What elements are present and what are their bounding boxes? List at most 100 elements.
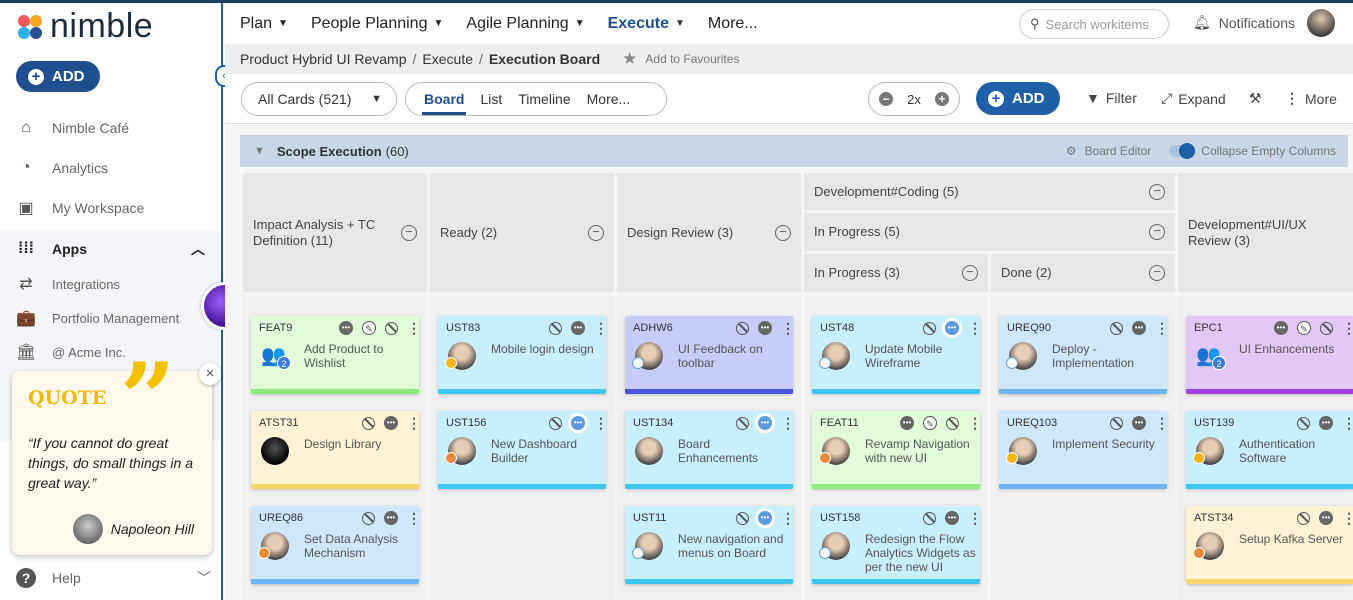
card-id[interactable]: FEAT9 bbox=[259, 322, 292, 334]
kebab-icon[interactable]: ⋮ bbox=[1342, 416, 1353, 430]
column-header-ready[interactable]: Ready (2) − bbox=[430, 173, 614, 292]
work-item-card[interactable]: UST139 ••• ⋮ Authentication Software bbox=[1186, 411, 1353, 489]
expand-button[interactable]: ⤢ Expand bbox=[1161, 90, 1226, 107]
block-icon[interactable] bbox=[362, 511, 375, 525]
sidebar-item-integrations[interactable]: ⇄ Integrations bbox=[0, 266, 221, 302]
settings-tool-button[interactable]: ⚒ bbox=[1249, 90, 1262, 107]
comment-icon[interactable]: ••• bbox=[1132, 321, 1146, 335]
card-id[interactable]: EPC1 bbox=[1194, 322, 1223, 334]
nav-agile-planning[interactable]: Agile Planning ▼ bbox=[466, 15, 584, 33]
block-icon[interactable] bbox=[1110, 416, 1123, 430]
breadcrumb-execute[interactable]: Execute bbox=[422, 51, 473, 67]
work-item-card[interactable]: UREQ86 ••• ⋮ Set Data Analysis Mechanism bbox=[251, 506, 419, 584]
work-item-card[interactable]: UST156 ••• ⋮ New Dashboard Builder bbox=[438, 411, 606, 489]
column-header-development-coding[interactable]: Development#Coding (5) − bbox=[804, 173, 1175, 210]
work-item-card[interactable]: UST83 ••• ⋮ Mobile login design bbox=[438, 316, 606, 394]
card-id[interactable]: ADHW6 bbox=[633, 322, 673, 334]
tab-list[interactable]: List bbox=[478, 83, 504, 115]
kebab-icon[interactable]: ⋮ bbox=[407, 321, 419, 335]
breadcrumb-project[interactable]: Product Hybrid UI Revamp bbox=[240, 51, 407, 67]
card-id[interactable]: UST134 bbox=[633, 417, 673, 429]
zoom-in-button[interactable]: + bbox=[934, 92, 949, 106]
column-header-ui-ux-review[interactable]: Development#UI/UX Review (3) bbox=[1178, 173, 1353, 292]
nav-more[interactable]: More... bbox=[708, 15, 758, 33]
kebab-icon[interactable]: ⋮ bbox=[781, 511, 793, 525]
work-item-card[interactable]: FEAT9 ••• ✎ ⋮ 👥 2 Add Product to Wishlist bbox=[251, 316, 419, 394]
collapse-column-icon[interactable]: − bbox=[401, 224, 417, 241]
quote-close-button[interactable]: × bbox=[199, 363, 221, 385]
sidebar-item-apps[interactable]: ⁞⁞⁞ Apps ︿ bbox=[0, 231, 221, 267]
kebab-icon[interactable]: ⋮ bbox=[968, 511, 980, 525]
collapse-column-icon[interactable]: − bbox=[962, 265, 978, 281]
filter-button[interactable]: ▼ Filter bbox=[1086, 90, 1137, 106]
kebab-icon[interactable]: ⋮ bbox=[407, 416, 419, 430]
tab-timeline[interactable]: Timeline bbox=[516, 83, 572, 115]
sidebar-item-help[interactable]: ? Help ﹀ bbox=[16, 568, 211, 588]
card-id[interactable]: UST156 bbox=[446, 417, 486, 429]
kebab-icon[interactable]: ⋮ bbox=[968, 321, 980, 335]
sidebar-item-nimble-cafe[interactable]: ⌂ Nimble Café bbox=[0, 110, 221, 146]
kebab-icon[interactable]: ⋮ bbox=[968, 416, 980, 430]
kebab-icon[interactable]: ⋮ bbox=[1155, 321, 1167, 335]
comment-icon[interactable]: ••• bbox=[571, 416, 585, 430]
card-id[interactable]: UST48 bbox=[820, 322, 854, 334]
add-to-favourites-button[interactable]: ★ Add to Favourites bbox=[622, 49, 739, 69]
card-id[interactable]: UST139 bbox=[1194, 417, 1234, 429]
block-icon[interactable] bbox=[385, 321, 398, 335]
zoom-out-button[interactable]: − bbox=[879, 92, 893, 106]
card-filter-select[interactable]: All Cards (521) ▼ bbox=[241, 82, 397, 116]
sidebar-item-my-workspace[interactable]: ▣ My Workspace bbox=[0, 190, 221, 226]
sidebar-add-button[interactable]: + ADD bbox=[16, 61, 100, 92]
kebab-icon[interactable]: ⋮ bbox=[407, 511, 419, 525]
block-icon[interactable] bbox=[736, 416, 749, 430]
edit-icon[interactable]: ✎ bbox=[1297, 321, 1311, 335]
tab-board[interactable]: Board bbox=[422, 83, 467, 115]
column-header-design-review[interactable]: Design Review (3) − bbox=[617, 173, 801, 292]
card-id[interactable]: UREQ90 bbox=[1007, 322, 1051, 334]
comment-icon[interactable]: ••• bbox=[945, 511, 959, 525]
kebab-icon[interactable]: ⋮ bbox=[1155, 416, 1167, 430]
collapse-column-icon[interactable]: − bbox=[1149, 183, 1165, 200]
comment-icon[interactable]: ••• bbox=[758, 321, 772, 335]
block-icon[interactable] bbox=[923, 511, 936, 525]
comment-icon[interactable]: ••• bbox=[1319, 416, 1333, 430]
comment-icon[interactable]: ••• bbox=[758, 416, 772, 430]
collapse-column-icon[interactable]: − bbox=[775, 224, 791, 241]
collapse-column-icon[interactable]: − bbox=[1149, 265, 1165, 281]
block-icon[interactable] bbox=[549, 321, 562, 335]
add-button[interactable]: + ADD bbox=[976, 82, 1060, 115]
comment-icon[interactable]: ••• bbox=[1319, 511, 1333, 525]
card-id[interactable]: UST11 bbox=[633, 512, 666, 524]
work-item-card[interactable]: UREQ90 ••• ⋮ Deploy - Implementation bbox=[999, 316, 1167, 394]
block-icon[interactable] bbox=[736, 511, 749, 525]
comment-icon[interactable]: ••• bbox=[1274, 321, 1288, 335]
work-item-card[interactable]: EPC1 ••• ✎ ⋮ 👥 2 UI Enhancements bbox=[1186, 316, 1353, 394]
more-button[interactable]: ⋮ More bbox=[1285, 90, 1337, 107]
block-icon[interactable] bbox=[549, 416, 562, 430]
sidebar-item-analytics[interactable]: ◔ Analytics bbox=[0, 150, 221, 186]
collapse-column-icon[interactable]: − bbox=[588, 224, 604, 241]
card-id[interactable]: UREQ103 bbox=[1007, 417, 1057, 429]
nav-execute[interactable]: Execute ▼ bbox=[608, 15, 685, 33]
column-header-impact-analysis[interactable]: Impact Analysis + TC Definition (11) − bbox=[243, 173, 427, 292]
kebab-icon[interactable]: ⋮ bbox=[781, 416, 793, 430]
card-id[interactable]: UREQ86 bbox=[259, 512, 303, 524]
card-id[interactable]: ATST34 bbox=[1194, 512, 1234, 524]
comment-icon[interactable]: ••• bbox=[900, 416, 914, 430]
kebab-icon[interactable]: ⋮ bbox=[1342, 511, 1353, 525]
swimlane-header[interactable]: ▼ Scope Execution (60) ⚙ Board Editor Coll… bbox=[240, 135, 1348, 167]
comment-icon[interactable]: ••• bbox=[384, 511, 398, 525]
block-icon[interactable] bbox=[1297, 511, 1310, 525]
comment-icon[interactable]: ••• bbox=[758, 511, 772, 525]
block-icon[interactable] bbox=[1320, 321, 1333, 335]
work-item-card[interactable]: ATST31 ••• ⋮ Design Library bbox=[251, 411, 419, 489]
card-id[interactable]: UST83 bbox=[446, 322, 480, 334]
collapse-column-icon[interactable]: − bbox=[1149, 224, 1165, 240]
comment-icon[interactable]: ••• bbox=[339, 321, 353, 335]
work-item-card[interactable]: UST11 ••• ⋮ New navigation and menus on Boa… bbox=[625, 506, 793, 584]
block-icon[interactable] bbox=[362, 416, 375, 430]
notifications-button[interactable]: 🔔︎ Notifications bbox=[1193, 14, 1295, 31]
user-avatar[interactable] bbox=[1307, 9, 1335, 37]
work-item-card[interactable]: ATST34 ••• ⋮ Setup Kafka Server bbox=[1186, 506, 1353, 584]
kebab-icon[interactable]: ⋮ bbox=[1342, 321, 1353, 335]
